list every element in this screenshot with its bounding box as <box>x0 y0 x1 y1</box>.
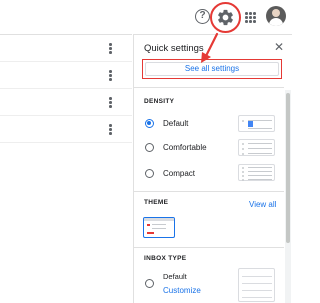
density-comfortable-label[interactable]: Comfortable <box>163 143 207 152</box>
list-item[interactable] <box>0 116 132 143</box>
divider <box>134 247 284 248</box>
theme-preview[interactable] <box>143 217 175 238</box>
scrollbar-thumb[interactable] <box>286 93 290 243</box>
apps-grid-icon[interactable] <box>245 12 256 23</box>
more-options-icon[interactable] <box>108 96 112 109</box>
avatar[interactable] <box>266 6 286 26</box>
divider <box>134 191 284 192</box>
density-default-label[interactable]: Default <box>163 119 188 128</box>
list-item[interactable] <box>0 89 132 116</box>
density-comfortable-preview <box>238 139 275 156</box>
divider <box>134 87 284 88</box>
avatar-head <box>272 9 280 17</box>
gear-icon[interactable] <box>216 8 235 27</box>
density-default-radio[interactable] <box>145 119 154 128</box>
inbox-default-preview <box>238 268 275 302</box>
theme-label: THEME <box>144 199 169 206</box>
customize-link[interactable]: Customize <box>163 286 201 295</box>
density-label: DENSITY <box>144 98 175 105</box>
inbox-default-label[interactable]: Default <box>163 272 187 281</box>
mail-list <box>0 34 132 303</box>
density-comfortable-radio[interactable] <box>145 143 154 152</box>
more-options-icon[interactable] <box>108 42 112 55</box>
quick-settings-panel: Quick settings ✕ See all settings DENSIT… <box>133 34 292 303</box>
list-item[interactable] <box>0 62 132 89</box>
close-icon[interactable]: ✕ <box>274 41 284 53</box>
density-default-preview <box>238 115 275 132</box>
view-all-themes-link[interactable]: View all <box>249 200 276 209</box>
more-options-icon[interactable] <box>108 69 112 82</box>
density-compact-preview <box>238 164 275 181</box>
see-all-settings-button[interactable]: See all settings <box>145 62 279 76</box>
density-compact-label[interactable]: Compact <box>163 169 195 178</box>
top-bar: ? <box>0 0 292 34</box>
help-icon[interactable]: ? <box>195 9 210 24</box>
list-item[interactable] <box>0 35 132 62</box>
settings-highlight-circle <box>210 2 241 33</box>
panel-title: Quick settings <box>144 43 204 54</box>
inbox-type-label: INBOX TYPE <box>144 255 187 262</box>
avatar-body <box>269 18 283 26</box>
density-compact-radio[interactable] <box>145 169 154 178</box>
annotation-arrow-icon <box>201 32 219 63</box>
more-options-icon[interactable] <box>108 123 112 136</box>
inbox-default-radio[interactable] <box>145 279 154 288</box>
